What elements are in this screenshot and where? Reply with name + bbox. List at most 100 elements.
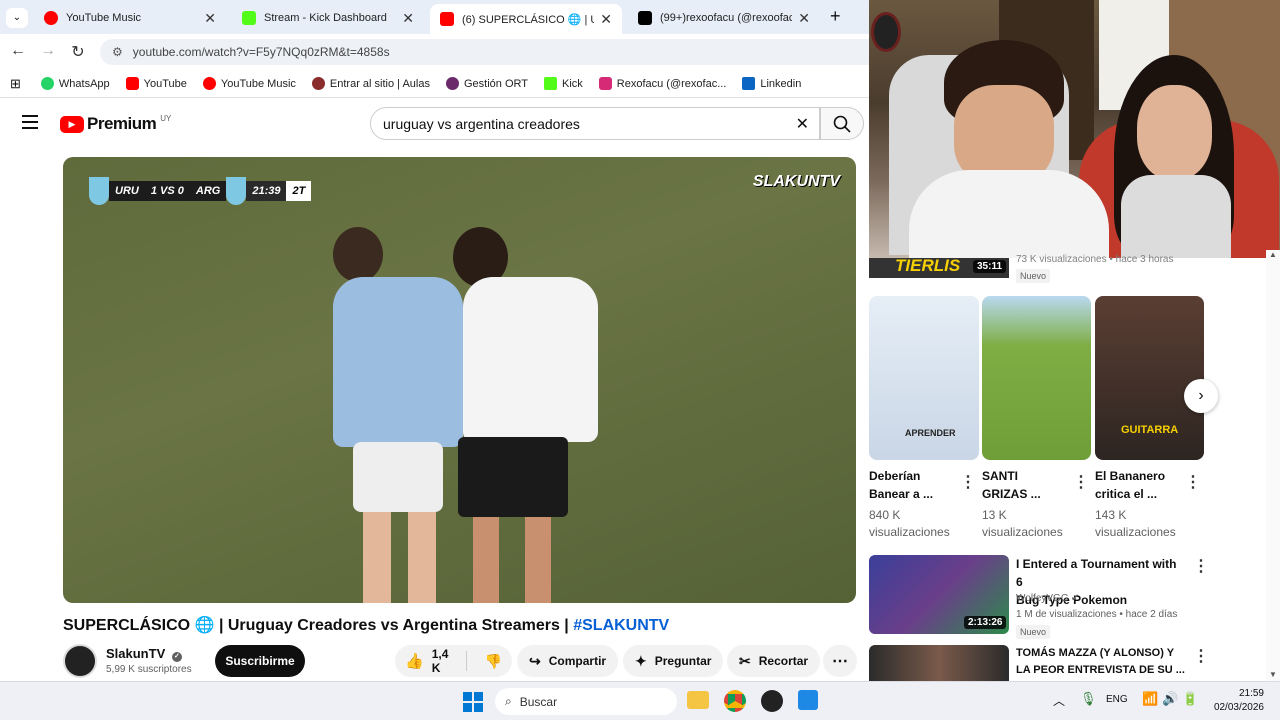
globe-icon: [445, 77, 459, 90]
logo-text: Premium: [87, 114, 157, 133]
video-duration: 35:11: [973, 260, 1007, 273]
scrollbar[interactable]: ▲ ▼: [1266, 250, 1280, 681]
bookmark-whatsapp[interactable]: WhatsApp: [40, 77, 110, 90]
apps-icon[interactable]: ⊞: [10, 76, 21, 92]
scroll-up-arrow[interactable]: ▲: [1266, 250, 1280, 259]
close-icon[interactable]: ✕: [600, 11, 612, 28]
video-thumbnail[interactable]: [869, 645, 1009, 681]
youtube-premium-logo[interactable]: ▶ Premium UY: [60, 114, 171, 134]
close-icon[interactable]: ✕: [798, 10, 810, 27]
short-title-line: Banear a ...: [869, 487, 934, 501]
site-info-icon[interactable]: ⚙: [112, 45, 123, 59]
search-icon: ⌕: [505, 694, 512, 708]
forward-button[interactable]: →: [38, 42, 58, 60]
microphone-icon[interactable]: 🎙: [1080, 691, 1097, 707]
obs-icon[interactable]: [761, 690, 783, 712]
bookmark-linkedin[interactable]: Linkedin: [742, 77, 801, 90]
youtube-icon: [125, 77, 139, 90]
bookmark-youtube-music[interactable]: YouTube Music: [202, 77, 296, 90]
bookmarks-bar: ⊞ WhatsApp YouTube YouTube Music Entrar …: [0, 70, 870, 98]
app-icon[interactable]: [798, 690, 818, 710]
short-title[interactable]: SANTI GRIZAS ...: [982, 467, 1072, 503]
kick-icon: [543, 77, 557, 90]
more-icon[interactable]: ⋮: [1073, 472, 1089, 492]
file-explorer-icon[interactable]: [687, 691, 709, 709]
short-thumbnail[interactable]: APRENDER: [869, 296, 979, 460]
views-line: 143 K: [1095, 508, 1127, 522]
back-button[interactable]: ←: [8, 42, 28, 60]
address-bar-row: ← → ↻ ⚙ youtube.com/watch?v=F5y7NQq0zRM&…: [0, 34, 870, 70]
language-indicator[interactable]: ENG: [1106, 694, 1128, 705]
tab-list-button[interactable]: ⌄: [6, 8, 28, 28]
bookmark-label: Entrar al sitio | Aulas: [329, 77, 430, 90]
chrome-icon[interactable]: [724, 690, 746, 712]
more-icon[interactable]: ⋮: [960, 472, 976, 492]
short-thumbnail[interactable]: GUITARRA: [1095, 296, 1204, 460]
short-title-line: critica el ...: [1095, 487, 1158, 501]
close-icon[interactable]: ✕: [402, 10, 414, 27]
more-actions-button[interactable]: ⋯: [823, 645, 857, 677]
score-home: URU: [109, 181, 145, 201]
clip-button[interactable]: ✂ Recortar: [727, 645, 821, 677]
wifi-icon[interactable]: 📶: [1142, 691, 1158, 707]
more-icon[interactable]: ⋮: [1185, 472, 1201, 492]
tab-title: (6) SUPERCLÁSICO 🌐 | Urugu: [462, 13, 594, 26]
like-button[interactable]: 👍 1,4 K: [395, 647, 467, 675]
short-title-line: SANTI: [982, 469, 1018, 483]
whatsapp-icon: [40, 77, 54, 90]
more-icon[interactable]: ⋮: [1193, 646, 1209, 666]
channel-name-text: WolfeyVGC: [1016, 593, 1069, 604]
region-label: UY: [160, 113, 172, 123]
ask-button[interactable]: ✦ Preguntar: [623, 645, 724, 677]
bookmark-instagram[interactable]: Rexofacu (@rexofac...: [598, 77, 726, 90]
bookmark-label: Linkedin: [760, 77, 802, 90]
tab-youtube-music[interactable]: YouTube Music ✕: [34, 4, 226, 32]
avatar[interactable]: [63, 644, 97, 678]
menu-icon[interactable]: [22, 115, 38, 129]
reload-button[interactable]: ↻: [68, 42, 88, 62]
short-title[interactable]: Deberían Banear a ...: [869, 467, 959, 503]
windows-start-icon[interactable]: [463, 692, 483, 712]
bookmark-label: WhatsApp: [58, 77, 110, 90]
address-bar[interactable]: ⚙ youtube.com/watch?v=F5y7NQq0zRM&t=4858…: [100, 39, 870, 65]
scroll-down-arrow[interactable]: ▼: [1266, 670, 1280, 679]
new-tab-button[interactable]: +: [830, 6, 841, 27]
dislike-button[interactable]: 👎: [475, 653, 512, 670]
search-button[interactable]: [820, 107, 864, 140]
subscribe-button[interactable]: Suscribirme: [215, 645, 305, 677]
tab-tiktok[interactable]: (99+)rexoofacu (@rexoofacu) | ✕: [628, 4, 820, 32]
shorts-next-button[interactable]: ›: [1184, 379, 1218, 413]
bookmark-aulas[interactable]: Entrar al sitio | Aulas: [311, 77, 430, 90]
video-player[interactable]: URU 1 VS 0 ARG 21:39 2T SLAKUNTV: [63, 157, 856, 603]
search-input[interactable]: uruguay vs argentina creadores ✕: [370, 107, 820, 140]
hashtag-link[interactable]: #SLAKUNTV: [573, 617, 669, 634]
match-period: 2T: [286, 181, 312, 201]
tab-superclasico[interactable]: (6) SUPERCLÁSICO 🌐 | Urugu ✕: [430, 4, 622, 34]
short-title[interactable]: El Bananero critica el ...: [1095, 467, 1185, 503]
verified-icon: ✔: [1070, 593, 1080, 604]
volume-icon[interactable]: 🔊: [1162, 691, 1178, 707]
bookmark-kick[interactable]: Kick: [543, 77, 583, 90]
channel-name[interactable]: SlakunTV ✓: [106, 646, 182, 662]
taskbar-search[interactable]: ⌕ Buscar: [495, 688, 677, 715]
video-title[interactable]: TOMÁS MAZZA (Y ALONSO) Y LA PEOR ENTREVIS…: [1016, 645, 1191, 679]
share-button[interactable]: ↪ Compartir: [517, 645, 619, 677]
score-value: 1 VS 0: [144, 181, 190, 201]
clock[interactable]: 21:59 02/03/2026: [1208, 687, 1264, 715]
more-icon[interactable]: ⋮: [1193, 556, 1209, 576]
bookmark-youtube[interactable]: YouTube: [125, 77, 187, 90]
channel-name[interactable]: WolfeyVGC ✔: [1016, 590, 1079, 607]
battery-icon[interactable]: 🔋: [1182, 691, 1198, 707]
tray-overflow-icon[interactable]: ︿: [1053, 692, 1065, 709]
graduation-cap-icon: [311, 77, 325, 90]
video-title-line: I Entered a Tournament with 6: [1016, 557, 1177, 589]
player-figure: [363, 512, 391, 603]
tab-kick-dashboard[interactable]: Stream - Kick Dashboard ✕: [232, 4, 424, 32]
share-icon: ↪: [529, 652, 541, 669]
bookmark-gestion-ort[interactable]: Gestión ORT: [445, 77, 528, 90]
clear-search-icon[interactable]: ✕: [796, 114, 809, 134]
short-thumbnail[interactable]: [982, 296, 1091, 460]
video-title-line: LA PEOR ENTREVISTA DE SU ...: [1016, 664, 1185, 676]
close-icon[interactable]: ✕: [204, 10, 216, 27]
thumbs-up-icon: 👍: [405, 653, 424, 670]
